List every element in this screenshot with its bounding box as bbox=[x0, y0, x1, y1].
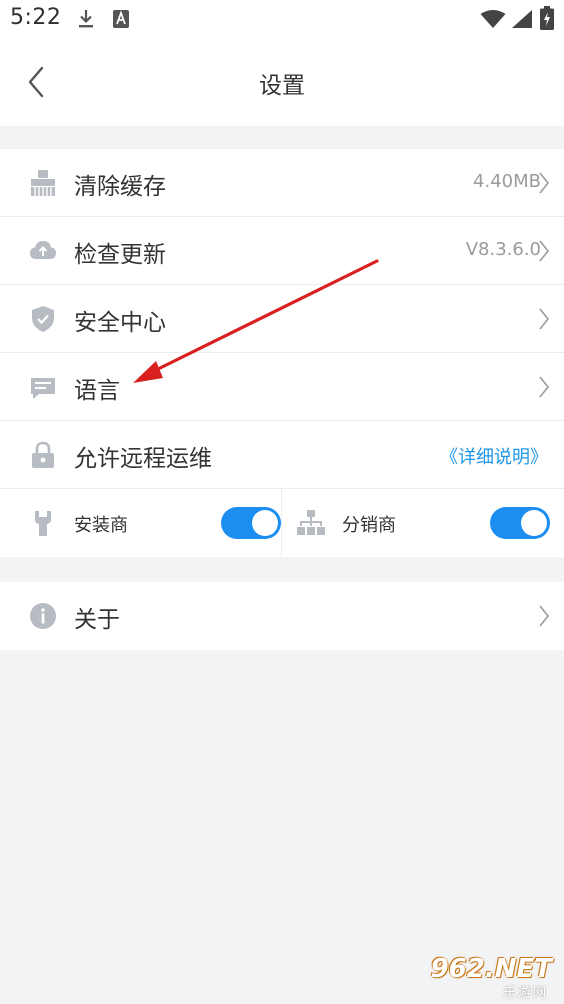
settings-group: 清除缓存 4.40MB 检查更新 V8.3.6.0 安全中心 语言 允许远程运维… bbox=[0, 149, 564, 557]
message-lines-icon bbox=[31, 378, 55, 399]
shield-check-icon bbox=[32, 306, 54, 332]
about-label: 关于 bbox=[74, 607, 120, 633]
watermark-main: 962.NET bbox=[430, 954, 552, 984]
installer-cell: 安装商 bbox=[0, 489, 282, 557]
chevron-right-icon bbox=[539, 172, 550, 194]
page-title: 设置 bbox=[259, 73, 305, 99]
toggle-knob bbox=[252, 510, 278, 536]
lock-icon bbox=[32, 441, 54, 468]
version-value: V8.3.6.0 bbox=[465, 239, 541, 260]
language-label: 语言 bbox=[74, 378, 120, 404]
status-time: 5:22 bbox=[10, 5, 62, 30]
broom-icon bbox=[31, 170, 55, 196]
clear-cache-row[interactable]: 清除缓存 4.40MB bbox=[0, 149, 564, 217]
chevron-right-icon bbox=[539, 605, 550, 627]
clear-cache-label: 清除缓存 bbox=[74, 174, 166, 200]
accessibility-a-icon bbox=[113, 10, 129, 28]
distributor-toggle[interactable] bbox=[490, 507, 550, 539]
role-toggles-row: 安装商 分销商 bbox=[0, 489, 564, 557]
check-update-label: 检查更新 bbox=[74, 242, 166, 268]
title-bar: 设置 bbox=[0, 38, 564, 126]
installer-toggle[interactable] bbox=[221, 507, 281, 539]
check-update-row[interactable]: 检查更新 V8.3.6.0 bbox=[0, 217, 564, 285]
toggle-knob bbox=[521, 510, 547, 536]
security-center-row[interactable]: 安全中心 bbox=[0, 285, 564, 353]
cache-size-value: 4.40MB bbox=[473, 171, 541, 192]
distributor-label: 分销商 bbox=[342, 515, 396, 536]
about-group: 关于 bbox=[0, 582, 564, 650]
hierarchy-icon bbox=[297, 510, 325, 535]
wrench-icon bbox=[35, 511, 51, 536]
status-bar: 5:22 bbox=[0, 0, 564, 38]
cloud-upload-icon bbox=[30, 241, 56, 259]
battery-charging-icon bbox=[540, 6, 554, 30]
remote-maintenance-row: 允许远程运维 《详细说明》 bbox=[0, 421, 564, 489]
details-link[interactable]: 《详细说明》 bbox=[440, 443, 548, 469]
info-circle-icon bbox=[30, 603, 56, 629]
remote-maintenance-label: 允许远程运维 bbox=[74, 446, 212, 472]
wifi-icon bbox=[480, 10, 506, 28]
chevron-right-icon bbox=[539, 240, 550, 262]
site-watermark: 962.NET 乐游网 bbox=[424, 954, 556, 1001]
download-icon bbox=[79, 10, 93, 28]
signal-icon bbox=[512, 10, 532, 28]
about-row[interactable]: 关于 bbox=[0, 582, 564, 650]
language-row[interactable]: 语言 bbox=[0, 353, 564, 421]
chevron-right-icon bbox=[539, 308, 550, 330]
distributor-cell: 分销商 bbox=[282, 489, 564, 557]
installer-label: 安装商 bbox=[74, 515, 128, 536]
watermark-sub: 乐游网 bbox=[502, 986, 548, 1001]
security-center-label: 安全中心 bbox=[74, 310, 166, 336]
chevron-right-icon bbox=[539, 376, 550, 398]
